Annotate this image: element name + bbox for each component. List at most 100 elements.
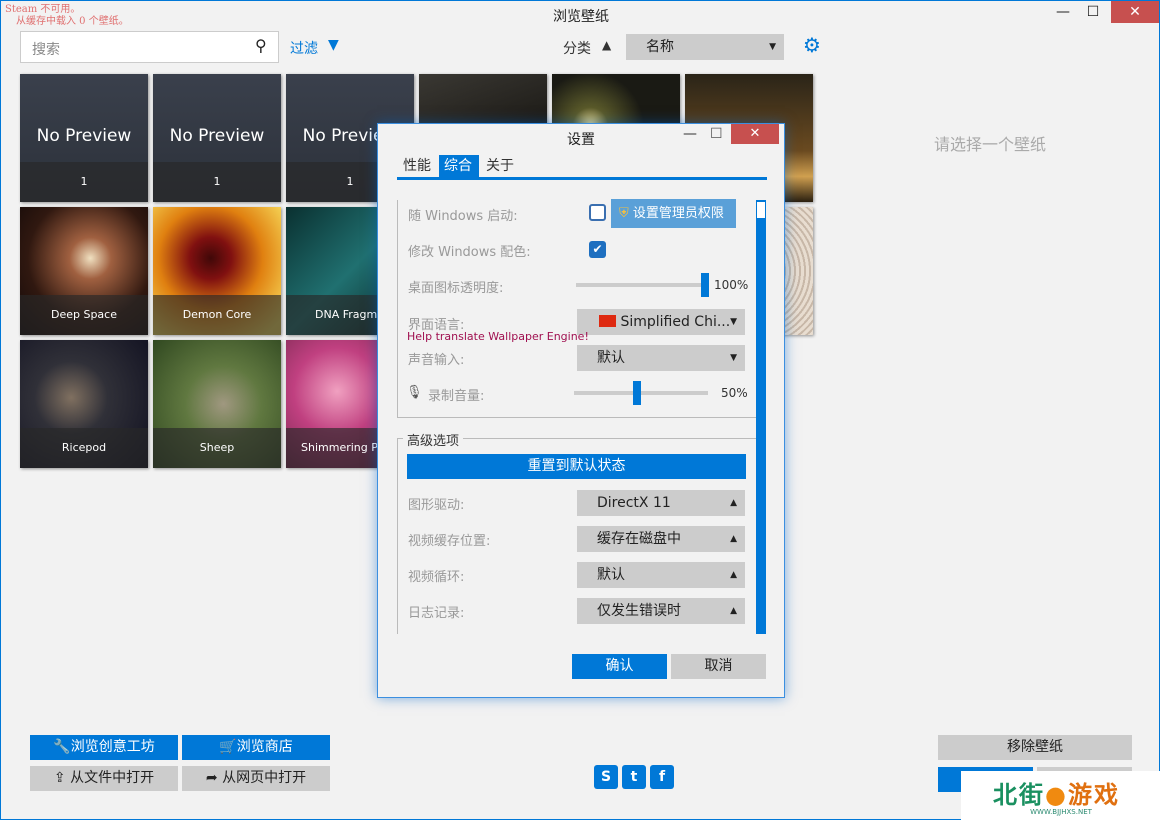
gpu-label: 图形驱动: [408, 498, 465, 513]
opacity-label: 桌面图标透明度: [408, 281, 504, 296]
chevron-down-icon: ▼ [769, 42, 776, 52]
chevron-up-icon: ▲ [730, 534, 737, 544]
tile-title: Deep Space [20, 295, 148, 335]
tab-performance[interactable]: 性能 [397, 155, 437, 177]
ok-button[interactable]: 确认 [572, 654, 667, 679]
dialog-title: 设置 [567, 132, 595, 148]
select-wallpaper-hint: 请选择一个壁纸 [934, 135, 1047, 154]
chevron-down-icon: ▼ [730, 353, 737, 363]
tile-title: Sheep [153, 428, 281, 468]
maximize-button[interactable]: ☐ [1076, 1, 1110, 23]
wallpaper-tile[interactable]: Ricepod [20, 340, 148, 468]
share-icon: ➦ [205, 770, 223, 786]
gpu-value: DirectX 11 [597, 495, 671, 511]
cache-dropdown[interactable]: 缓存在磁盘中 ▲ [577, 526, 745, 552]
cache-label: 视频缓存位置: [408, 534, 491, 549]
tile-title: No Preview [169, 126, 265, 146]
wallpaper-tile[interactable]: Demon Core [153, 207, 281, 335]
upload-icon: ⇪ [53, 770, 71, 786]
minimize-button[interactable]: — [1046, 1, 1080, 23]
record-volume-value: 50% [721, 386, 748, 400]
main-window: Steam 不可用。 从缓存中载入 0 个壁纸。 浏览壁纸 — ☐ ✕ 搜索 ⚲ 过… [0, 0, 1160, 821]
record-volume-slider[interactable] [574, 391, 708, 395]
log-dropdown[interactable]: 仅发生错误时 ▲ [577, 598, 745, 624]
advanced-heading: 高级选项 [403, 430, 464, 449]
open-web-button[interactable]: ➦ 从网页中打开 [182, 766, 330, 791]
steam-icon[interactable]: S [594, 765, 618, 789]
wrench-icon: 🔧 [53, 739, 71, 755]
dialog-minimize-button[interactable]: — [683, 126, 697, 142]
cache-value: 缓存在磁盘中 [597, 531, 681, 547]
filter-button[interactable]: 过滤 [290, 38, 318, 58]
color-label: 修改 Windows 配色: [408, 245, 531, 260]
button-label: 从文件中打开 [70, 770, 155, 786]
tile-title: Demon Core [153, 295, 281, 335]
scrollbar-thumb[interactable] [757, 202, 765, 218]
button-label: 从网页中打开 [222, 770, 307, 786]
china-flag-icon [599, 315, 616, 327]
scrollbar[interactable] [756, 200, 766, 634]
facebook-icon[interactable]: f [650, 765, 674, 789]
log-label: 日志记录: [408, 606, 465, 621]
sort-direction-icon[interactable]: ▲ [602, 38, 611, 52]
translate-link[interactable]: Help translate Wallpaper Engine! [407, 330, 589, 343]
watermark-logo: 北街●游戏 WWW.BJJHXS.NET [961, 771, 1160, 821]
gear-icon[interactable]: ⚙ [803, 33, 821, 57]
search-icon[interactable]: ⚲ [255, 36, 267, 55]
browse-workshop-button[interactable]: 🔧浏览创意工坊 [30, 735, 178, 760]
watermark-url: WWW.BJJHXS.NET [1030, 808, 1092, 816]
wallpaper-tile[interactable]: No Preview 1 [153, 74, 281, 202]
record-volume-label: 录制音量: [428, 389, 485, 404]
settings-dialog: 设置 — ☐ ✕ 性能 综合 关于 随 Windows 启动: ⛨ 设置管理员权… [377, 123, 785, 698]
opacity-slider-thumb[interactable] [701, 273, 709, 297]
opacity-value: 100% [714, 278, 749, 292]
shield-icon: ⛨ [619, 206, 629, 221]
language-value: Simplified Chi... [620, 314, 731, 330]
tab-general[interactable]: 综合 [439, 155, 479, 177]
remove-wallpaper-button[interactable]: 移除壁纸 [938, 735, 1132, 760]
log-value: 仅发生错误时 [597, 603, 681, 619]
reset-defaults-button[interactable]: 重置到默认状态 [407, 454, 746, 479]
button-label: 浏览商店 [236, 739, 293, 755]
gpu-dropdown[interactable]: DirectX 11 ▲ [577, 490, 745, 516]
tile-title: Ricepod [20, 428, 148, 468]
audio-input-label: 声音输入: [408, 353, 465, 368]
chevron-down-icon: ▼ [730, 317, 737, 327]
close-button[interactable]: ✕ [1111, 1, 1159, 23]
chevron-up-icon: ▲ [730, 606, 737, 616]
button-label: 设置管理员权限 [632, 206, 724, 221]
filter-icon[interactable]: ▼ [328, 37, 339, 53]
loop-value: 默认 [597, 567, 625, 583]
tab-underline [397, 177, 767, 180]
twitter-icon[interactable]: t [622, 765, 646, 789]
wallpaper-tile[interactable]: Deep Space [20, 207, 148, 335]
chevron-up-icon: ▲ [730, 570, 737, 580]
wallpaper-tile[interactable]: Sheep [153, 340, 281, 468]
tile-count: 1 [153, 162, 281, 202]
admin-rights-button[interactable]: ⛨ 设置管理员权限 [611, 199, 736, 228]
open-file-button[interactable]: ⇪ 从文件中打开 [30, 766, 178, 791]
wallpaper-tile[interactable]: No Preview 1 [20, 74, 148, 202]
opacity-slider[interactable] [576, 283, 709, 287]
startup-label: 随 Windows 启动: [408, 209, 518, 224]
cart-icon: 🛒 [219, 739, 237, 755]
search-input[interactable]: 搜索 ⚲ [20, 31, 279, 63]
language-dropdown[interactable]: Simplified Chi... ▼ [577, 309, 745, 335]
microphone-icon: 🎙 [406, 385, 423, 400]
dialog-close-button[interactable]: ✕ [731, 124, 779, 144]
browse-store-button[interactable]: 🛒浏览商店 [182, 735, 330, 760]
loop-label: 视频循环: [408, 570, 465, 585]
chevron-up-icon: ▲ [730, 498, 737, 508]
sort-label: 分类 [563, 41, 591, 57]
tab-about[interactable]: 关于 [481, 155, 521, 177]
dialog-maximize-button[interactable]: ☐ [710, 126, 723, 142]
audio-input-dropdown[interactable]: 默认 ▼ [577, 345, 745, 371]
window-title: 浏览壁纸 [553, 9, 609, 25]
color-checkbox[interactable]: ✔ [589, 241, 606, 258]
sort-dropdown[interactable]: 名称 ▼ [626, 34, 784, 60]
loop-dropdown[interactable]: 默认 ▲ [577, 562, 745, 588]
search-placeholder: 搜索 [32, 42, 60, 58]
record-volume-thumb[interactable] [633, 381, 641, 405]
startup-checkbox[interactable] [589, 204, 606, 221]
cancel-button[interactable]: 取消 [671, 654, 766, 679]
